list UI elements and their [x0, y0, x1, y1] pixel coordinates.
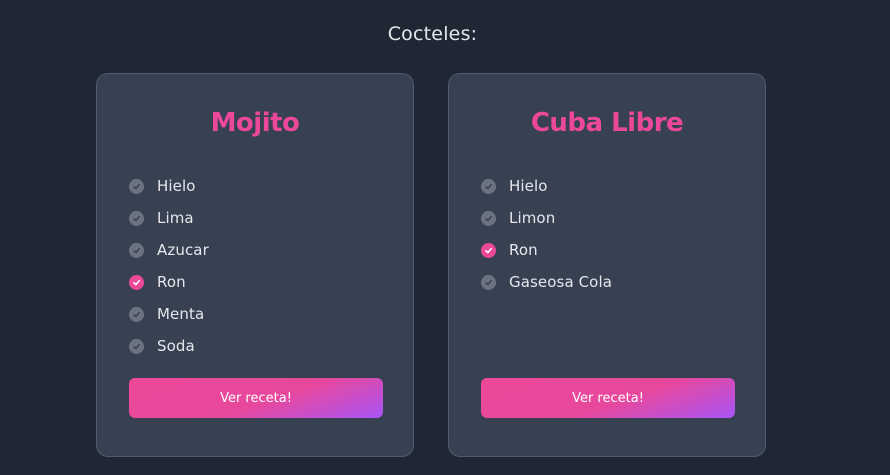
check-circle-icon: [481, 274, 496, 290]
ingredient-name: Ron: [509, 241, 538, 259]
check-circle-icon: [129, 210, 144, 226]
ingredient-item: Azucar: [129, 234, 209, 266]
ingredient-item: Soda: [129, 330, 209, 362]
ingredient-name: Hielo: [509, 177, 548, 195]
ingredient-list: Hielo Lima Azucar Ron Menta Soda: [129, 170, 209, 362]
check-circle-icon: [129, 274, 144, 290]
ingredient-name: Lima: [157, 209, 194, 227]
view-recipe-button[interactable]: Ver receta!: [129, 378, 383, 418]
check-circle-icon: [481, 242, 496, 258]
check-circle-icon: [129, 306, 144, 322]
ingredient-item: Limon: [481, 202, 612, 234]
view-recipe-button[interactable]: Ver receta!: [481, 378, 735, 418]
card-title: Mojito: [210, 108, 300, 138]
ingredient-item: Hielo: [481, 170, 612, 202]
ingredient-item: Gaseosa Cola: [481, 266, 612, 298]
check-circle-icon: [481, 210, 496, 226]
check-circle-icon: [129, 178, 144, 194]
check-circle-icon: [129, 242, 144, 258]
ingredient-item: Ron: [481, 234, 612, 266]
check-circle-icon: [129, 338, 144, 354]
cocktail-card-mojito: Mojito Hielo Lima Azucar Ron Menta Soda Ver r…: [96, 73, 414, 457]
ingredient-name: Ron: [157, 273, 186, 291]
ingredient-name: Menta: [157, 305, 205, 323]
ingredient-item: Menta: [129, 298, 209, 330]
ingredient-name: Gaseosa Cola: [509, 273, 613, 291]
ingredient-list: Hielo Limon Ron Gaseosa Cola: [481, 170, 612, 298]
check-circle-icon: [481, 178, 496, 194]
ingredient-item: Hielo: [129, 170, 209, 202]
ingredient-name: Azucar: [157, 241, 209, 259]
ingredient-name: Soda: [157, 337, 195, 355]
cocktail-card-cuba-libre: Cuba Libre Hielo Limon Ron Gaseosa Cola Ver…: [448, 73, 766, 457]
ingredient-item: Ron: [129, 266, 209, 298]
page-title: Cocteles:: [387, 23, 478, 45]
ingredient-name: Limon: [509, 209, 556, 227]
ingredient-item: Lima: [129, 202, 209, 234]
card-title: Cuba Libre: [530, 108, 684, 138]
ingredient-name: Hielo: [157, 177, 196, 195]
page: Cocteles: Mojito Hielo Lima Azucar Ron Menta…: [0, 0, 890, 475]
